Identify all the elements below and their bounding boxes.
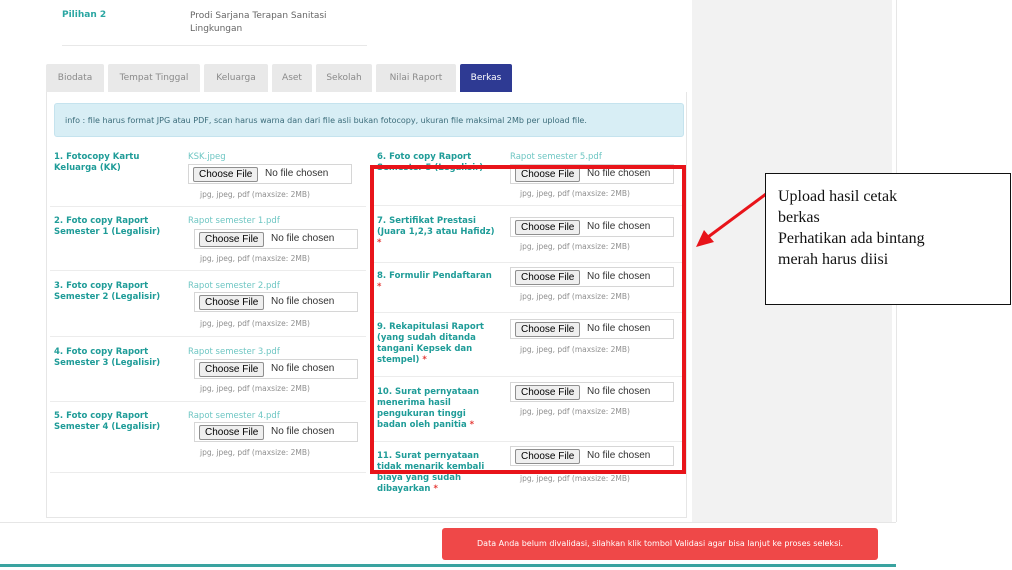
choose-file-button[interactable]: Choose File (199, 295, 265, 310)
annotation-line-3: Perhatikan ada bintang (778, 230, 925, 247)
annotation-arrow (696, 192, 767, 247)
choose-file-button[interactable]: Choose File (199, 425, 265, 440)
file-input-1[interactable]: Choose File No file chosen (188, 164, 352, 184)
file-status: No file chosen (271, 363, 335, 374)
file-input-2[interactable]: Choose File No file chosen (194, 229, 358, 249)
file-input-4[interactable]: Choose File No file chosen (194, 359, 358, 379)
choose-file-button[interactable]: Choose File (199, 232, 265, 247)
uploaded-file-link-4[interactable]: Rapot semester 3.pdf (188, 347, 280, 357)
file-hint: jpg, jpeg, pdf (maxsize: 2MB) (200, 384, 310, 393)
annotation-callout: Upload hasil cetak berkas Perhatikan ada… (765, 173, 1011, 305)
tab-sekolah[interactable]: Sekolah (316, 64, 372, 92)
file-hint: jpg, jpeg, pdf (maxsize: 2MB) (200, 254, 310, 263)
annotation-line-1: Upload hasil cetak (778, 188, 898, 205)
file-hint: jpg, jpeg, pdf (maxsize: 2MB) (200, 190, 310, 199)
row-divider (50, 401, 366, 402)
uploaded-file-link-2[interactable]: Rapot semester 1.pdf (188, 216, 280, 226)
pilihan-value: Prodi Sarjana Terapan Sanitasi Lingkunga… (190, 11, 327, 34)
row-divider (50, 472, 366, 473)
required-star: * (433, 484, 438, 494)
tab-nilai-raport[interactable]: Nilai Raport (376, 64, 456, 92)
file-hint: jpg, jpeg, pdf (maxsize: 2MB) (200, 448, 310, 457)
uploaded-file-link-3[interactable]: Rapot semester 2.pdf (188, 281, 280, 291)
file-status: No file chosen (271, 426, 335, 437)
doc-label-1: 1. Fotocopy Kartu Keluarga (KK) (54, 152, 140, 173)
highlight-box (370, 165, 686, 474)
info-alert: info : file harus format JPG atau PDF, s… (54, 103, 684, 137)
tab-keluarga[interactable]: Keluarga (204, 64, 268, 92)
doc-label-2: 2. Foto copy Raport Semester 1 (Legalisi… (54, 216, 161, 237)
annotation-line-4: merah harus diisi (778, 251, 889, 268)
tab-aset[interactable]: Aset (272, 64, 312, 92)
annotation-line-2: berkas (778, 209, 820, 226)
uploaded-file-link-5[interactable]: Rapot semester 4.pdf (188, 411, 280, 421)
divider (0, 522, 896, 523)
choose-file-button[interactable]: Choose File (199, 362, 265, 377)
pilihan-label: Pilihan 2 (62, 10, 107, 20)
row-divider (50, 336, 366, 337)
file-hint: jpg, jpeg, pdf (maxsize: 2MB) (200, 319, 310, 328)
doc-label-3: 3. Foto copy Raport Semester 2 (Legalisi… (54, 281, 161, 302)
uploaded-file-link-6[interactable]: Rapot semester 5.pdf (510, 152, 602, 162)
file-status: No file chosen (271, 296, 335, 307)
doc-label-5: 5. Foto copy Raport Semester 4 (Legalisi… (54, 411, 161, 432)
row-divider (50, 206, 366, 207)
divider (62, 45, 367, 46)
doc-label-4: 4. Foto copy Raport Semester 3 (Legalisi… (54, 347, 161, 368)
tab-berkas[interactable]: Berkas (460, 64, 512, 92)
file-hint: jpg, jpeg, pdf (maxsize: 2MB) (520, 474, 630, 483)
choose-file-button[interactable]: Choose File (193, 167, 259, 182)
file-input-5[interactable]: Choose File No file chosen (194, 422, 358, 442)
file-status: No file chosen (271, 233, 335, 244)
tab-tempat-tinggal[interactable]: Tempat Tinggal (108, 64, 200, 92)
footer-accent-bar (0, 564, 896, 567)
row-divider (50, 270, 366, 271)
validation-alert[interactable]: Data Anda belum divalidasi, silahkan kli… (442, 528, 878, 560)
uploaded-file-link-1[interactable]: KSK.jpeg (188, 152, 226, 162)
file-input-3[interactable]: Choose File No file chosen (194, 292, 358, 312)
file-status: No file chosen (265, 168, 329, 179)
tab-biodata[interactable]: Biodata (46, 64, 104, 92)
